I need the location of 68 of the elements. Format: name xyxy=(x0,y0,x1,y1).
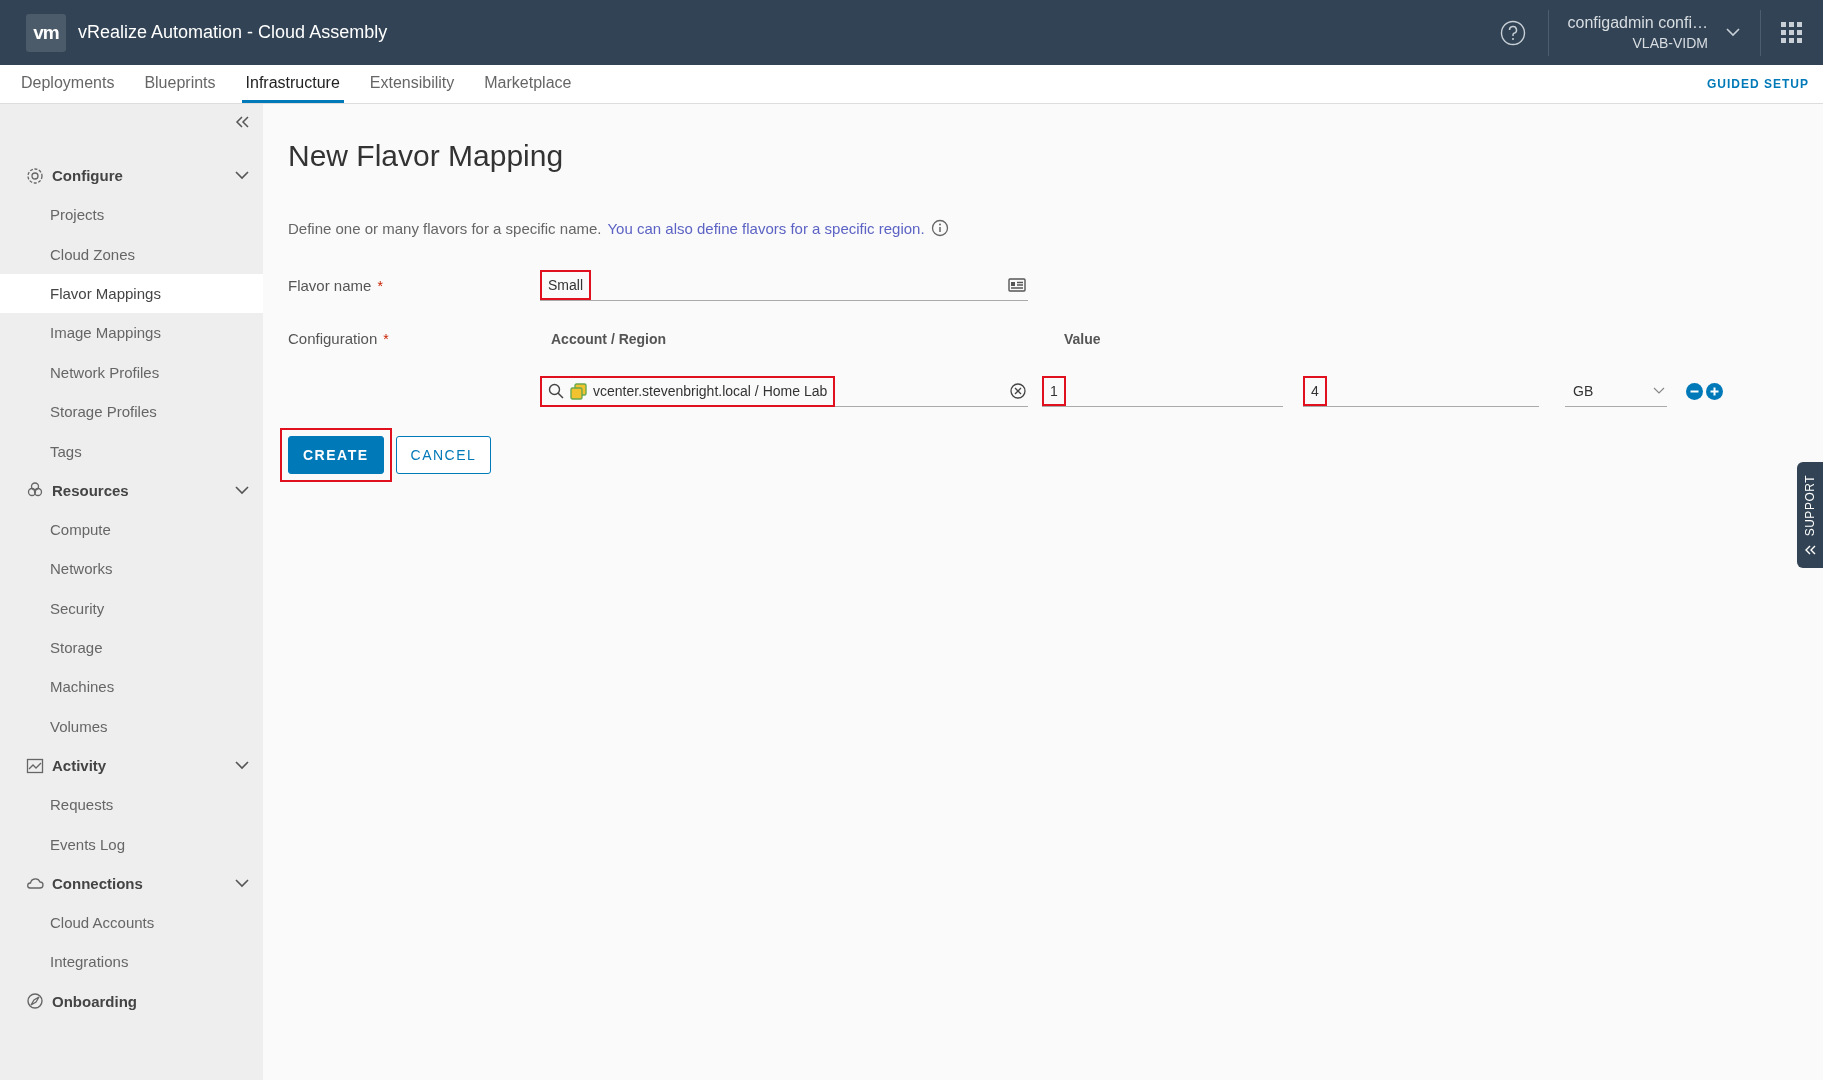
sidebar-item[interactable]: Compute xyxy=(0,509,263,550)
sidebar-item[interactable]: Storage Profiles xyxy=(0,391,263,432)
sidebar-item[interactable]: Security xyxy=(0,588,263,628)
collapse-icon[interactable] xyxy=(235,116,249,128)
sidebar-section[interactable]: Connections xyxy=(52,874,227,892)
chevron-down-icon[interactable] xyxy=(1726,28,1740,37)
required-mark: * xyxy=(383,330,389,347)
support-tab[interactable]: SUPPORT xyxy=(1797,462,1823,568)
logo: vm xyxy=(26,13,66,52)
info-icon[interactable] xyxy=(930,219,949,237)
vsphere-icon xyxy=(570,382,587,400)
create-button[interactable]: CREATE xyxy=(288,436,384,474)
sidebar-item[interactable]: Tags xyxy=(0,431,263,471)
sidebar-item[interactable]: Network Profiles xyxy=(0,352,263,392)
chevron-icon[interactable] xyxy=(235,485,249,495)
double-chevron-icon xyxy=(1804,544,1816,555)
org-name: VLAB-VIDM xyxy=(1632,35,1708,51)
cpu-count-field[interactable]: 1 xyxy=(1042,376,1283,407)
sidebar-item[interactable]: Networks xyxy=(0,549,263,589)
memory-field[interactable]: 4 xyxy=(1303,376,1539,407)
sidebar-section[interactable]: Onboarding xyxy=(52,992,249,1010)
field-label: Configuration xyxy=(288,330,378,347)
sidebar-item[interactable]: Machines xyxy=(0,667,263,707)
user-name[interactable]: configadmin confi… xyxy=(1567,14,1708,32)
sidebar-item[interactable]: Image Mappings xyxy=(0,313,263,353)
sidebar-item[interactable]: Requests xyxy=(0,785,263,825)
page-title: New Flavor Mapping xyxy=(288,139,565,173)
sidebar-item[interactable]: Flavor Mappings xyxy=(0,273,263,314)
sidebar-section[interactable]: Resources xyxy=(52,481,227,499)
id-card-icon[interactable] xyxy=(1008,278,1026,292)
column-header: Account / Region xyxy=(550,330,668,347)
cancel-button[interactable]: CANCEL xyxy=(395,436,492,474)
compass-icon xyxy=(26,992,44,1011)
chevron-icon[interactable] xyxy=(235,171,249,180)
description: Define one or many flavors for a specific name. xyxy=(288,219,602,237)
sidebar-item[interactable]: Volumes xyxy=(0,706,263,747)
flavor-name-field[interactable]: Small xyxy=(540,270,1028,301)
sidebar-item[interactable]: Integrations xyxy=(0,942,263,982)
region-link[interactable]: You can also define flavors for a specific region. xyxy=(607,219,925,237)
sidebar-section[interactable]: Configure xyxy=(52,167,227,184)
chart-icon xyxy=(26,756,44,775)
required-mark: * xyxy=(377,277,383,294)
app-grid-icon[interactable] xyxy=(1781,21,1803,44)
help-icon[interactable] xyxy=(1500,19,1527,46)
nav-tab[interactable]: Blueprints xyxy=(140,65,220,103)
chevron-icon[interactable] xyxy=(235,878,249,888)
column-header: Value xyxy=(1064,330,1101,347)
nav-tab[interactable]: Deployments xyxy=(17,65,119,103)
gear-icon xyxy=(26,166,44,185)
sidebar-section[interactable]: Activity xyxy=(52,757,227,775)
sidebar-item[interactable]: Cloud Accounts xyxy=(0,902,263,943)
guided-setup-link[interactable]: GUIDED SETUP xyxy=(1707,77,1809,91)
nav-tab[interactable]: Extensibility xyxy=(365,65,459,103)
app-title: vRealize Automation - Cloud Assembly xyxy=(78,22,388,43)
remove-icon[interactable] xyxy=(1686,383,1703,400)
account-region-field[interactable]: vcenter.stevenbright.local / Home Lab xyxy=(540,376,1028,407)
sidebar-item[interactable]: Cloud Zones xyxy=(0,234,263,274)
nav-tab[interactable]: Marketplace xyxy=(480,65,576,103)
caret-icon xyxy=(1653,387,1665,395)
sidebar-item[interactable]: Storage xyxy=(0,627,263,668)
unit-select[interactable]: GB xyxy=(1565,376,1667,407)
chevron-icon[interactable] xyxy=(235,761,249,771)
clear-icon[interactable] xyxy=(1010,383,1026,399)
search-icon xyxy=(548,383,564,399)
add-icon[interactable] xyxy=(1706,383,1723,400)
field-label: Flavor name xyxy=(288,277,372,294)
sidebar-item[interactable]: Projects xyxy=(0,195,263,235)
sidebar-item[interactable]: Events Log xyxy=(0,824,263,864)
